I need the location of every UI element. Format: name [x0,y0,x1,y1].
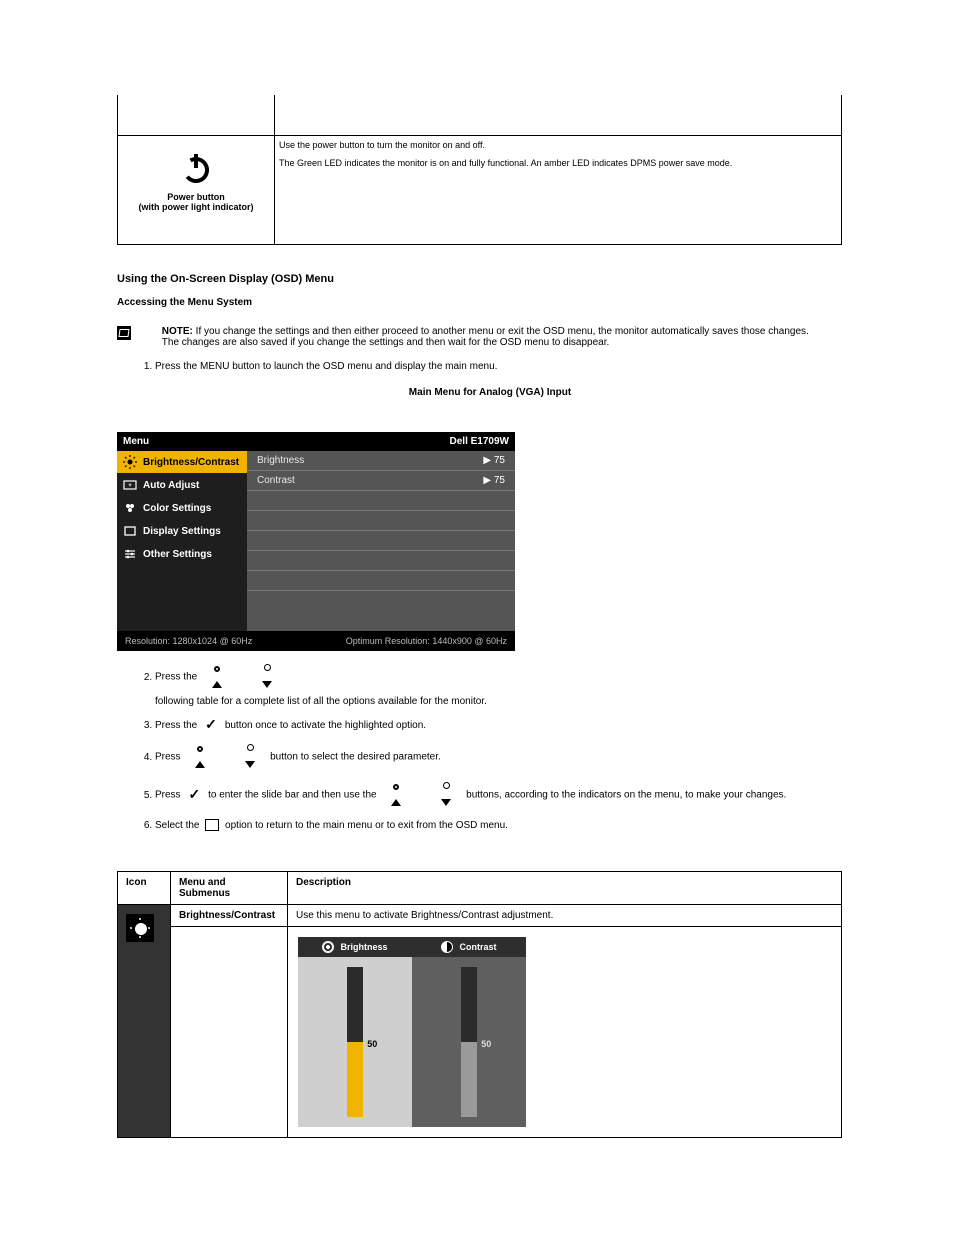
note-icon [117,326,131,340]
feature-table: Icon Menu and Submenus Description Brigh… [117,871,842,1138]
feature-row-title: Brightness/Contrast [171,905,288,927]
osd-item-color[interactable]: Color Settings [117,497,247,520]
power-desc: Use the power button to turn the monitor… [279,140,837,150]
feature-row-desc: Use this menu to activate Brightness/Con… [288,905,842,927]
contrast-glyph-icon [241,739,259,755]
osd-screenshot: Menu Dell E1709W Brightness/Contrast + A… [117,432,515,651]
bright-glyph-icon [191,741,209,757]
chevron-down-icon [258,677,276,693]
step1-label: Main Menu for Analog (VGA) Input [155,384,825,402]
osd-item-other[interactable]: Other Settings [117,543,247,566]
chevron-up-icon [208,677,226,693]
other-settings-icon [123,547,137,561]
chevron-up-icon [387,795,405,811]
note-row: NOTE: If you change the settings and the… [117,326,837,348]
note-text: NOTE: If you change the settings and the… [162,326,822,348]
step-4: Press and button to select the desired p… [155,741,825,773]
feature-icon-cell [118,905,171,1138]
feature-bc-panel-cell: Brightness 50 Contrast [288,927,842,1138]
osd-row-empty [247,571,515,591]
osd-left-nav: Brightness/Contrast + Auto Adjust Color … [117,451,247,631]
steps-list: Press the MENU button to launch the OSD … [155,358,825,402]
bright-glyph-icon [387,779,405,795]
power-desc2: The Green LED indicates the monitor is o… [279,158,837,168]
osd-row-empty [247,551,515,571]
brightness-small-icon [322,941,334,953]
section-heading: Using the On-Screen Display (OSD) Menu [117,273,954,285]
bc-brightness-side: Brightness 50 [298,937,412,1127]
contrast-bar[interactable] [461,967,477,1117]
osd-item-brightness[interactable]: Brightness/Contrast [117,451,247,474]
check-icon [202,717,220,733]
power-caption: Power button [167,192,225,202]
osd-row-contrast[interactable]: Contrast ▶ 75 [247,471,515,491]
brightness-bar[interactable] [347,967,363,1117]
osd-item-display[interactable]: Display Settings [117,520,247,543]
step-2: Press the and buttons to move between th… [155,661,825,711]
step-3: Press the button once to activate the hi… [155,717,825,735]
osd-row-empty [247,531,515,551]
note-p2: changes are also saved if you change the… [182,337,610,348]
step-6: Select the option to return to the main … [155,817,825,835]
contrast-glyph-icon [258,659,276,675]
feature-th-menu: Menu and Submenus [171,872,288,905]
power-description-cell: Use the power button to turn the monitor… [275,136,842,245]
bright-glyph-icon [208,661,226,677]
brightness-contrast-panel: Brightness 50 Contrast [298,937,526,1127]
power-icon [178,150,214,188]
step-5: Press to enter the slide bar and then us… [155,779,825,811]
step-1: Press the MENU button to launch the OSD … [155,358,825,402]
power-sub: (with power light indicator) [139,202,254,212]
osd-row-brightness[interactable]: Brightness ▶ 75 [247,451,515,471]
osd-row-empty [247,511,515,531]
osd-row-empty [247,491,515,511]
svg-text:+: + [128,483,132,489]
power-button-cell: Power button (with power light indicator… [118,136,275,245]
auto-adjust-icon: + [123,478,137,492]
top-spec-table: Power button (with power light indicator… [117,95,842,245]
feature-th-desc: Description [288,872,842,905]
menu-icon [205,819,219,831]
updown-icon-group [385,779,457,811]
bc-contrast-side: Contrast 50 [412,937,526,1127]
brightness-value: 50 [367,1039,377,1049]
color-settings-icon [123,501,137,515]
sub-heading: Accessing the Menu System [117,297,954,308]
chevron-down-icon [241,757,259,773]
osd-right-panel: Brightness ▶ 75 Contrast ▶ 75 [247,451,515,631]
osd-item-autoadjust[interactable]: + Auto Adjust [117,474,247,497]
updown-icon-group [189,741,261,773]
brightness-large-icon [126,914,154,942]
feature-th-icon: Icon [118,872,171,905]
feature-empty-cell [171,927,288,1138]
osd-menu-label: Menu [123,436,149,447]
display-settings-icon [123,524,137,538]
up-button-icon-group [206,661,278,693]
chevron-down-icon [437,795,455,811]
check-icon [185,787,203,803]
note-label: NOTE: [162,326,193,337]
osd-optimum: Optimum Resolution: 1440x900 @ 60Hz [346,636,507,646]
contrast-glyph-icon [437,777,455,793]
steps-list-2: Press the and buttons to move between th… [155,661,825,835]
contrast-small-icon [441,941,453,953]
contrast-value: 50 [481,1039,491,1049]
brightness-icon [123,455,137,469]
chevron-up-icon [191,757,209,773]
osd-model: Dell E1709W [450,436,509,447]
osd-resolution: Resolution: 1280x1024 @ 60Hz [125,636,252,646]
